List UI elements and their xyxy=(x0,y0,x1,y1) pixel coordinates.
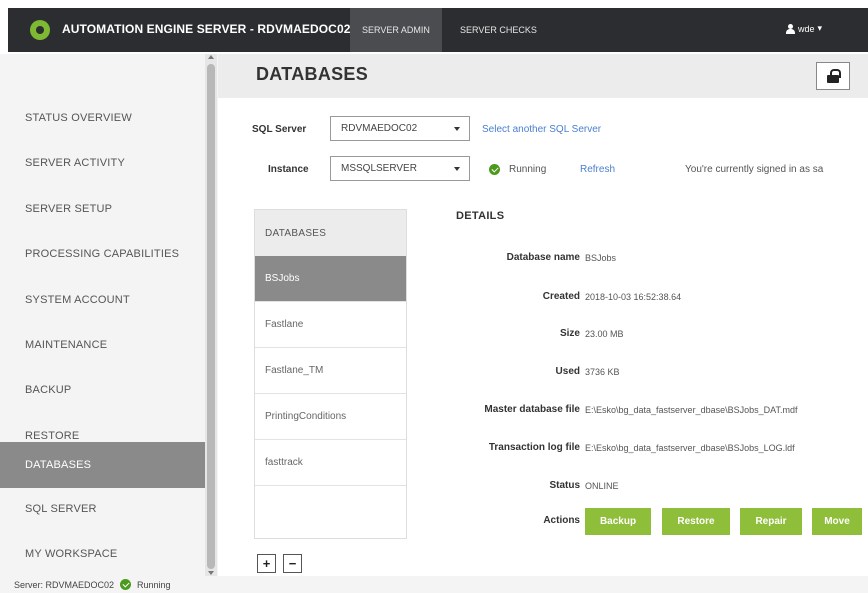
user-name: wde xyxy=(798,23,815,34)
sidebar-item-my-workspace[interactable]: MY WORKSPACE xyxy=(0,531,205,577)
repair-button[interactable]: Repair xyxy=(740,508,802,535)
scroll-down-arrow-icon[interactable] xyxy=(208,571,214,575)
top-bar-inner: AUTOMATION ENGINE SERVER - RDVMAEDOC02 S… xyxy=(8,8,868,52)
unlock-button[interactable] xyxy=(816,62,850,90)
status-bar: Server: RDVMAEDOC02 Running xyxy=(0,576,868,593)
app-title: AUTOMATION ENGINE SERVER - RDVMAEDOC02 xyxy=(62,22,351,36)
instance-value: MSSQLSERVER xyxy=(341,163,417,174)
detail-label-status: Status xyxy=(549,480,580,491)
status-bar-server: Server: RDVMAEDOC02 xyxy=(14,579,115,590)
detail-label-database-name: Database name xyxy=(506,252,580,263)
sidebar-scrollbar[interactable] xyxy=(205,54,217,576)
list-item-fastlane-tm[interactable]: Fastlane_TM xyxy=(255,348,406,394)
caret-down-icon xyxy=(454,167,460,171)
tab-server-checks[interactable]: SERVER CHECKS xyxy=(448,8,549,52)
move-button[interactable]: Move xyxy=(812,508,862,535)
signed-in-message: You're currently signed in as sa xyxy=(685,164,824,175)
detail-value-size: 23.00 MB xyxy=(585,329,624,339)
sidebar-item-backup[interactable]: BACKUP xyxy=(0,367,205,413)
sidebar-item-server-activity[interactable]: SERVER ACTIVITY xyxy=(0,140,205,186)
detail-value-created: 2018-10-03 16:52:38.64 xyxy=(585,292,682,302)
detail-label-transaction-log-file: Transaction log file xyxy=(488,442,580,453)
sidebar-item-maintenance[interactable]: MAINTENANCE xyxy=(0,322,205,368)
refresh-link[interactable]: Refresh xyxy=(580,164,615,175)
database-list-header: DATABASES xyxy=(255,210,406,256)
list-item-fasttrack[interactable]: fasttrack xyxy=(255,440,406,486)
sidebar-item-server-setup[interactable]: SERVER SETUP xyxy=(0,186,205,232)
details-title: DETAILS xyxy=(456,210,505,222)
detail-label-size: Size xyxy=(559,328,580,339)
page-header: DATABASES xyxy=(218,54,868,98)
sidebar: STATUS OVERVIEW SERVER ACTIVITY SERVER S… xyxy=(0,54,218,576)
remove-database-button[interactable]: − xyxy=(283,554,302,573)
detail-value-master-database-file: E:\Esko\bg_data_fastserver_dbase\BSJobs_… xyxy=(585,405,798,415)
list-item-printingconditions[interactable]: PrintingConditions xyxy=(255,394,406,440)
sidebar-item-system-account[interactable]: SYSTEM ACCOUNT xyxy=(0,277,205,323)
list-item-fastlane[interactable]: Fastlane xyxy=(255,302,406,348)
sql-server-select[interactable]: RDVMAEDOC02 xyxy=(330,116,470,141)
detail-label-master-database-file: Master database file xyxy=(484,404,580,415)
sidebar-item-sql-server[interactable]: SQL SERVER xyxy=(0,486,205,532)
user-menu[interactable]: wde ▾ xyxy=(786,23,822,34)
sidebar-scrollbar-thumb[interactable] xyxy=(207,64,215,569)
sidebar-item-status-overview[interactable]: STATUS OVERVIEW xyxy=(0,95,205,141)
instance-status: Running xyxy=(509,164,547,175)
detail-label-actions: Actions xyxy=(543,515,580,526)
detail-value-status: ONLINE xyxy=(585,481,619,491)
user-icon xyxy=(786,23,795,34)
list-item-bsjobs[interactable]: BSJobs xyxy=(255,256,406,302)
sidebar-item-databases[interactable]: DATABASES xyxy=(0,442,205,488)
caret-down-icon xyxy=(454,127,460,131)
instance-label: Instance xyxy=(268,164,309,175)
tab-server-admin[interactable]: SERVER ADMIN xyxy=(350,8,442,52)
detail-label-used: Used xyxy=(555,366,580,377)
backup-button[interactable]: Backup xyxy=(585,508,651,535)
sql-server-value: RDVMAEDOC02 xyxy=(341,123,418,134)
database-list: DATABASES BSJobs Fastlane Fastlane_TM Pr… xyxy=(254,209,407,539)
unlock-icon xyxy=(827,69,841,83)
top-bar: AUTOMATION ENGINE SERVER - RDVMAEDOC02 S… xyxy=(0,0,868,54)
detail-value-database-name: BSJobs xyxy=(585,253,617,263)
sidebar-item-processing-capabilities[interactable]: PROCESSING CAPABILITIES xyxy=(0,231,205,277)
status-bar-status: Running xyxy=(137,579,171,590)
running-check-icon xyxy=(120,579,132,590)
page-title: DATABASES xyxy=(256,64,369,84)
select-another-sql-server-link[interactable]: Select another SQL Server xyxy=(482,124,601,135)
detail-value-transaction-log-file: E:\Esko\bg_data_fastserver_dbase\BSJobs_… xyxy=(585,443,795,453)
instance-select[interactable]: MSSQLSERVER xyxy=(330,156,470,181)
chevron-down-icon: ▾ xyxy=(817,23,823,33)
scroll-up-arrow-icon[interactable] xyxy=(208,55,214,59)
detail-label-created: Created xyxy=(542,291,580,302)
add-database-button[interactable]: + xyxy=(257,554,276,573)
detail-value-used: 3736 KB xyxy=(585,367,620,377)
automation-engine-logo-icon xyxy=(30,20,50,40)
sql-server-label: SQL Server xyxy=(252,124,307,135)
running-check-icon xyxy=(489,164,500,175)
main-content: SQL Server RDVMAEDOC02 Select another SQ… xyxy=(218,98,868,576)
restore-button[interactable]: Restore xyxy=(662,508,730,535)
